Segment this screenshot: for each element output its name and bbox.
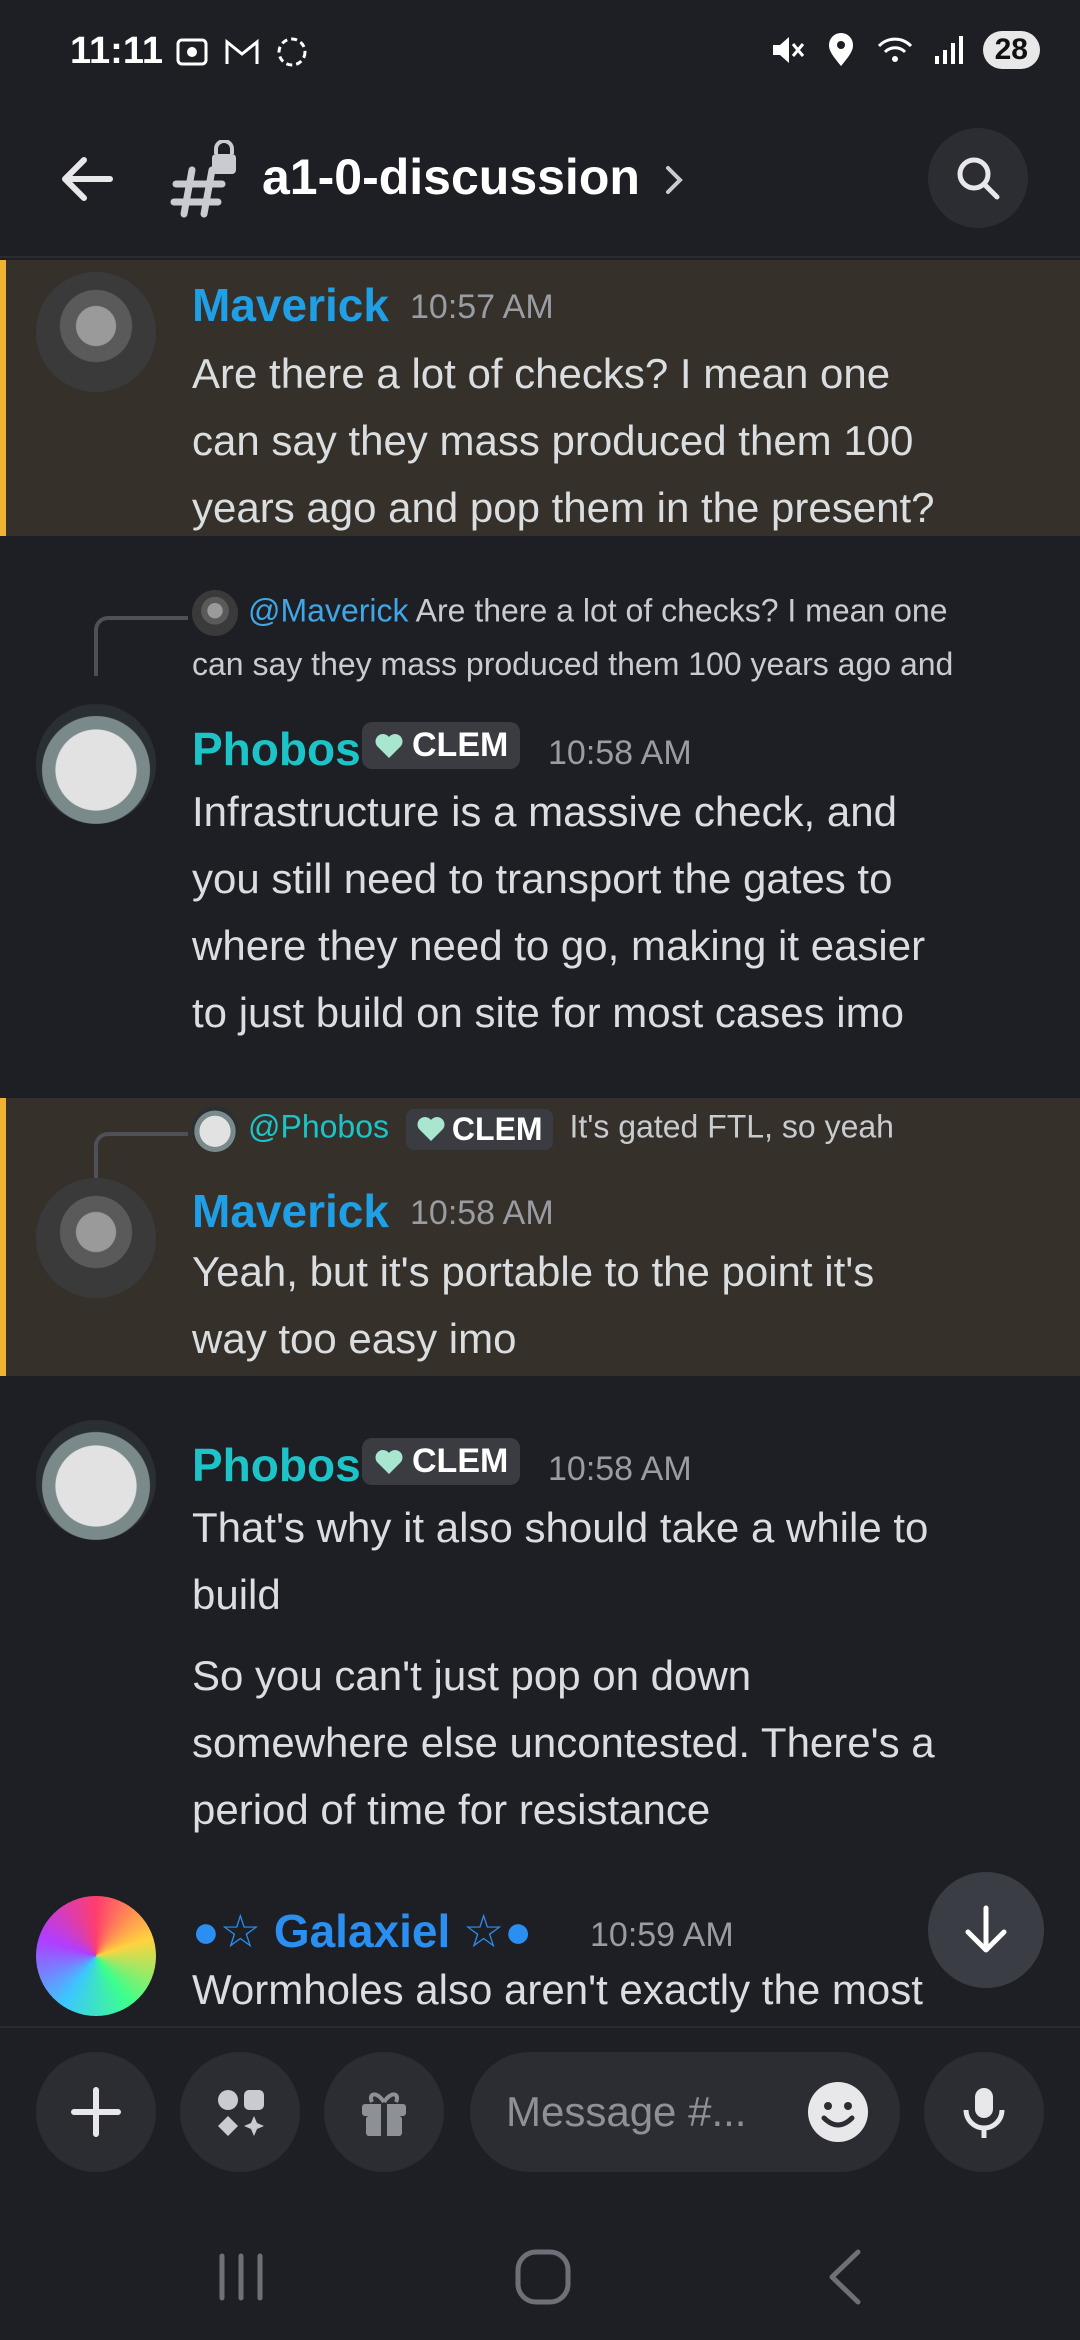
gift-button[interactable] xyxy=(324,2052,444,2172)
gmail-icon xyxy=(225,38,259,64)
avatar[interactable] xyxy=(36,1896,156,2016)
avatar[interactable] xyxy=(36,272,156,392)
channel-header: a1-0-discussion xyxy=(0,110,1080,258)
plus-icon xyxy=(71,2087,121,2137)
message-body: Are there a lot of checks? I mean one ca… xyxy=(192,350,935,531)
message-timestamp: 10:57 AM xyxy=(410,288,554,326)
message-input-box[interactable] xyxy=(470,2052,900,2172)
message-author[interactable]: Maverick xyxy=(192,278,389,332)
mute-icon xyxy=(772,37,804,63)
message-item[interactable]: ●☆ Galaxiel ☆● 10:59 AM Wormholes also a… xyxy=(0,1894,1080,2026)
recent-apps-icon[interactable] xyxy=(206,2242,276,2312)
home-icon[interactable] xyxy=(508,2242,578,2312)
message-author[interactable]: Maverick xyxy=(192,1184,389,1238)
jump-to-latest-button[interactable] xyxy=(928,1872,1044,1988)
server-tag[interactable]: CLEM xyxy=(362,1438,521,1485)
search-icon xyxy=(957,157,1000,200)
back-nav-icon[interactable] xyxy=(812,2242,882,2312)
search-button[interactable] xyxy=(928,128,1028,228)
emoji-icon[interactable] xyxy=(806,2080,870,2144)
heart-icon xyxy=(375,1449,403,1474)
system-navigation-bar xyxy=(0,2206,1080,2340)
reply-preview[interactable]: @Maverick Are there a lot of checks? I m… xyxy=(192,590,947,636)
gift-icon xyxy=(362,2092,406,2136)
message-author[interactable]: Phobos xyxy=(192,1438,361,1492)
server-tag: CLEM xyxy=(405,1108,553,1150)
avatar[interactable] xyxy=(36,704,156,824)
message-body: Infrastructure is a massive check, and y… xyxy=(192,788,926,1036)
screenshot-icon xyxy=(176,38,208,66)
reply-spine xyxy=(94,616,188,676)
message-timestamp: 10:58 AM xyxy=(548,1450,692,1488)
message-item[interactable]: @Maverick Are there a lot of checks? I m… xyxy=(0,536,1080,1096)
avatar xyxy=(192,590,238,636)
reply-preview-continued: can say they mass produced them 100 year… xyxy=(192,646,954,682)
reply-spine xyxy=(94,1132,188,1182)
message-composer xyxy=(0,2026,1080,2206)
server-tag[interactable]: CLEM xyxy=(362,722,521,769)
message-item[interactable]: Phobos CLEM 10:58 AM That's why it also … xyxy=(0,1400,1080,1870)
chevron-right-icon[interactable] xyxy=(656,154,692,206)
decoration-suffix: ☆● xyxy=(450,1905,533,1957)
message-body: So you can't just pop on down somewhere … xyxy=(192,1652,935,1833)
avatar[interactable] xyxy=(36,1178,156,1298)
channel-name[interactable]: a1-0-discussion xyxy=(262,148,640,206)
message-body: That's why it also should take a while t… xyxy=(192,1504,929,1618)
hashtag-lock-icon xyxy=(170,140,236,218)
message-author[interactable]: ●☆ Galaxiel ☆● xyxy=(192,1904,532,1958)
message-item[interactable]: @Phobos CLEM It's gated FTL, so yeah Mav… xyxy=(0,1098,1080,1376)
reply-preview[interactable]: @Phobos CLEM It's gated FTL, so yeah xyxy=(192,1106,894,1152)
arrow-left-icon[interactable] xyxy=(52,144,122,214)
message-body: Yeah, but it's portable to the point it'… xyxy=(192,1248,875,1362)
message-body: Wormholes also aren't exactly the most xyxy=(192,1966,923,2013)
status-time: 11:11 xyxy=(70,30,163,72)
wifi-icon xyxy=(877,37,912,62)
arrow-down-icon xyxy=(965,1905,1007,1953)
system-icons: 28 xyxy=(767,30,1040,70)
message-timestamp: 10:58 AM xyxy=(410,1194,554,1232)
message-item[interactable]: Maverick 10:57 AM Are there a lot of che… xyxy=(0,260,1080,536)
sync-icon xyxy=(277,37,307,67)
status-bar: 11:11 28 xyxy=(0,0,1080,110)
notification-icons xyxy=(172,32,312,72)
heart-icon xyxy=(375,733,403,758)
signal-icon xyxy=(934,36,963,64)
microphone-icon xyxy=(963,2088,1005,2138)
battery-level: 28 xyxy=(982,31,1040,69)
heart-icon xyxy=(417,1117,445,1141)
message-input[interactable] xyxy=(506,2082,786,2142)
decoration-prefix: ●☆ xyxy=(192,1905,274,1957)
avatar xyxy=(192,1106,238,1152)
location-icon xyxy=(828,33,853,66)
message-timestamp: 10:58 AM xyxy=(548,734,692,772)
add-button[interactable] xyxy=(36,2052,156,2172)
apps-button[interactable] xyxy=(180,2052,300,2172)
voice-message-button[interactable] xyxy=(924,2052,1044,2172)
message-timestamp: 10:59 AM xyxy=(590,1916,734,1954)
apps-icon xyxy=(218,2090,264,2136)
avatar[interactable] xyxy=(36,1420,156,1540)
message-author[interactable]: Phobos xyxy=(192,722,361,776)
